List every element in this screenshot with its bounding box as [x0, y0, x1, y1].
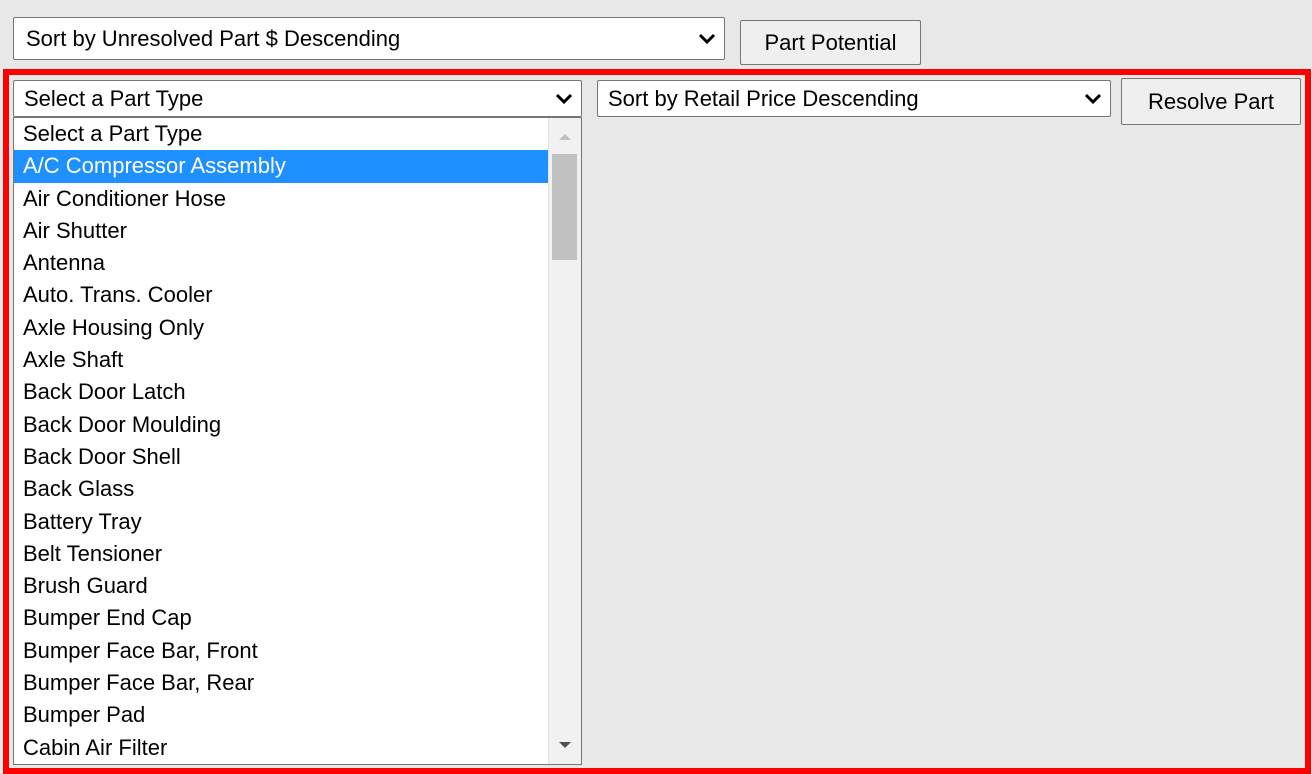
part-type-select[interactable]: Select a Part Type — [13, 80, 582, 117]
part-type-options: Select a Part Type A/C Compressor Assembl… — [14, 118, 549, 764]
retail-sort-value: Sort by Retail Price Descending — [608, 85, 919, 111]
part-type-option[interactable]: Back Door Latch — [14, 376, 549, 408]
part-type-option[interactable]: Axle Housing Only — [14, 312, 549, 344]
part-type-option[interactable]: Brush Guard — [14, 570, 549, 602]
part-type-option[interactable]: Cabin Air Filter — [14, 732, 549, 764]
part-type-option[interactable]: Back Door Moulding — [14, 409, 549, 441]
part-type-option[interactable]: Battery Tray — [14, 506, 549, 538]
part-type-option[interactable]: Back Door Shell — [14, 441, 549, 473]
part-type-option[interactable]: Bumper Pad — [14, 699, 549, 731]
unresolved-sort-select[interactable]: Sort by Unresolved Part $ Descending — [13, 17, 725, 60]
part-type-option[interactable]: Axle Shaft — [14, 344, 549, 376]
part-type-dropdown-list[interactable]: Select a Part Type A/C Compressor Assembl… — [13, 117, 582, 765]
part-type-option[interactable]: Auto. Trans. Cooler — [14, 279, 549, 311]
part-type-option[interactable]: Select a Part Type — [14, 118, 549, 150]
chevron-down-icon — [698, 33, 716, 44]
retail-price-sort-select[interactable]: Sort by Retail Price Descending — [597, 80, 1111, 117]
scroll-down-arrow-icon[interactable] — [558, 740, 572, 750]
part-type-option[interactable]: Belt Tensioner — [14, 538, 549, 570]
unresolved-sort-value: Sort by Unresolved Part $ Descending — [26, 25, 401, 51]
chevron-down-icon — [1084, 93, 1102, 104]
resolve-part-button[interactable]: Resolve Part — [1121, 78, 1301, 125]
dropdown-scrollbar[interactable] — [548, 118, 581, 764]
part-type-option[interactable]: Back Glass — [14, 473, 549, 505]
scrollbar-thumb[interactable] — [552, 154, 577, 260]
part-type-option[interactable]: Bumper End Cap — [14, 602, 549, 634]
part-type-option[interactable]: Bumper Face Bar, Rear — [14, 667, 549, 699]
chevron-down-icon — [555, 93, 573, 104]
part-type-option[interactable]: Bumper Face Bar, Front — [14, 635, 549, 667]
part-potential-button[interactable]: Part Potential — [740, 20, 921, 65]
part-type-option[interactable]: Air Shutter — [14, 215, 549, 247]
part-type-option[interactable]: Antenna — [14, 247, 549, 279]
part-type-value: Select a Part Type — [24, 85, 204, 111]
scroll-up-arrow-icon[interactable] — [558, 132, 572, 142]
part-type-option[interactable]: A/C Compressor Assembly — [14, 150, 549, 183]
part-type-option[interactable]: Air Conditioner Hose — [14, 183, 549, 215]
